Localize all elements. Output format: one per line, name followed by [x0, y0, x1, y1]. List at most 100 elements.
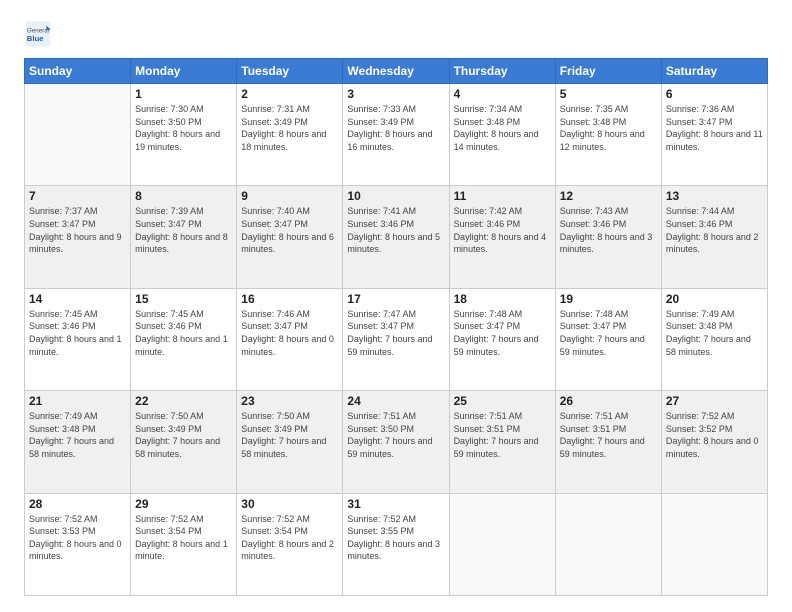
calendar-table: SundayMondayTuesdayWednesdayThursdayFrid…: [24, 58, 768, 596]
calendar-cell: 14 Sunrise: 7:45 AMSunset: 3:46 PMDayligh…: [25, 288, 131, 390]
day-number: 10: [347, 189, 444, 203]
calendar-cell: 17 Sunrise: 7:47 AMSunset: 3:47 PMDayligh…: [343, 288, 449, 390]
calendar-cell: [661, 493, 767, 595]
day-info: Sunrise: 7:41 AMSunset: 3:46 PMDaylight:…: [347, 205, 444, 255]
day-number: 28: [29, 497, 126, 511]
day-number: 16: [241, 292, 338, 306]
day-number: 2: [241, 87, 338, 101]
day-number: 13: [666, 189, 763, 203]
day-number: 30: [241, 497, 338, 511]
calendar-cell: 30 Sunrise: 7:52 AMSunset: 3:54 PMDayligh…: [237, 493, 343, 595]
weekday-header: Wednesday: [343, 59, 449, 84]
day-number: 12: [560, 189, 657, 203]
day-info: Sunrise: 7:46 AMSunset: 3:47 PMDaylight:…: [241, 308, 338, 358]
calendar-cell: 16 Sunrise: 7:46 AMSunset: 3:47 PMDayligh…: [237, 288, 343, 390]
calendar-cell: 19 Sunrise: 7:48 AMSunset: 3:47 PMDayligh…: [555, 288, 661, 390]
day-info: Sunrise: 7:49 AMSunset: 3:48 PMDaylight:…: [666, 308, 763, 358]
weekday-header: Tuesday: [237, 59, 343, 84]
calendar-cell: 18 Sunrise: 7:48 AMSunset: 3:47 PMDayligh…: [449, 288, 555, 390]
calendar-cell: 6 Sunrise: 7:36 AMSunset: 3:47 PMDaylight…: [661, 84, 767, 186]
weekday-header: Saturday: [661, 59, 767, 84]
day-number: 25: [454, 394, 551, 408]
calendar-cell: 15 Sunrise: 7:45 AMSunset: 3:46 PMDayligh…: [131, 288, 237, 390]
calendar-cell: [25, 84, 131, 186]
calendar-cell: 13Sunrise: 7:44 AMSunset: 3:46 PMDayligh…: [661, 186, 767, 288]
day-info: Sunrise: 7:50 AMSunset: 3:49 PMDaylight:…: [135, 410, 232, 460]
day-info: Sunrise: 7:45 AMSunset: 3:46 PMDaylight:…: [135, 308, 232, 358]
day-info: Sunrise: 7:51 AMSunset: 3:50 PMDaylight:…: [347, 410, 444, 460]
calendar-cell: 20 Sunrise: 7:49 AMSunset: 3:48 PMDayligh…: [661, 288, 767, 390]
calendar-cell: 22 Sunrise: 7:50 AMSunset: 3:49 PMDayligh…: [131, 391, 237, 493]
day-number: 1: [135, 87, 232, 101]
day-number: 6: [666, 87, 763, 101]
logo: General Blue: [24, 20, 56, 48]
day-number: 7: [29, 189, 126, 203]
day-number: 19: [560, 292, 657, 306]
day-number: 29: [135, 497, 232, 511]
day-info: Sunrise: 7:51 AMSunset: 3:51 PMDaylight:…: [454, 410, 551, 460]
calendar-cell: 9 Sunrise: 7:40 AMSunset: 3:47 PMDaylight…: [237, 186, 343, 288]
day-info: Sunrise: 7:52 AMSunset: 3:55 PMDaylight:…: [347, 513, 444, 563]
weekday-header: Friday: [555, 59, 661, 84]
day-number: 3: [347, 87, 444, 101]
day-number: 11: [454, 189, 551, 203]
day-info: Sunrise: 7:51 AMSunset: 3:51 PMDaylight:…: [560, 410, 657, 460]
calendar-cell: 2 Sunrise: 7:31 AMSunset: 3:49 PMDaylight…: [237, 84, 343, 186]
day-info: Sunrise: 7:48 AMSunset: 3:47 PMDaylight:…: [454, 308, 551, 358]
calendar-cell: 21Sunrise: 7:49 AMSunset: 3:48 PMDayligh…: [25, 391, 131, 493]
weekday-header: Monday: [131, 59, 237, 84]
day-info: Sunrise: 7:31 AMSunset: 3:49 PMDaylight:…: [241, 103, 338, 153]
day-number: 27: [666, 394, 763, 408]
day-info: Sunrise: 7:40 AMSunset: 3:47 PMDaylight:…: [241, 205, 338, 255]
day-number: 4: [454, 87, 551, 101]
day-info: Sunrise: 7:52 AMSunset: 3:54 PMDaylight:…: [241, 513, 338, 563]
weekday-header: Sunday: [25, 59, 131, 84]
day-number: 17: [347, 292, 444, 306]
day-info: Sunrise: 7:45 AMSunset: 3:46 PMDaylight:…: [29, 308, 126, 358]
day-info: Sunrise: 7:43 AMSunset: 3:46 PMDaylight:…: [560, 205, 657, 255]
day-number: 24: [347, 394, 444, 408]
calendar-cell: 3 Sunrise: 7:33 AMSunset: 3:49 PMDaylight…: [343, 84, 449, 186]
day-number: 22: [135, 394, 232, 408]
day-number: 8: [135, 189, 232, 203]
day-number: 9: [241, 189, 338, 203]
calendar-cell: 7Sunrise: 7:37 AMSunset: 3:47 PMDaylight…: [25, 186, 131, 288]
day-info: Sunrise: 7:35 AMSunset: 3:48 PMDaylight:…: [560, 103, 657, 153]
day-info: Sunrise: 7:36 AMSunset: 3:47 PMDaylight:…: [666, 103, 763, 153]
day-number: 18: [454, 292, 551, 306]
page: General Blue SundayMondayTuesdayWednesda…: [0, 0, 792, 612]
calendar-cell: 25 Sunrise: 7:51 AMSunset: 3:51 PMDayligh…: [449, 391, 555, 493]
calendar-cell: 26 Sunrise: 7:51 AMSunset: 3:51 PMDayligh…: [555, 391, 661, 493]
day-info: Sunrise: 7:49 AMSunset: 3:48 PMDaylight:…: [29, 410, 126, 460]
calendar-cell: 31 Sunrise: 7:52 AMSunset: 3:55 PMDayligh…: [343, 493, 449, 595]
svg-text:Blue: Blue: [27, 34, 44, 43]
day-info: Sunrise: 7:48 AMSunset: 3:47 PMDaylight:…: [560, 308, 657, 358]
day-info: Sunrise: 7:52 AMSunset: 3:52 PMDaylight:…: [666, 410, 763, 460]
calendar-cell: 11 Sunrise: 7:42 AMSunset: 3:46 PMDayligh…: [449, 186, 555, 288]
day-number: 26: [560, 394, 657, 408]
day-number: 31: [347, 497, 444, 511]
day-info: Sunrise: 7:33 AMSunset: 3:49 PMDaylight:…: [347, 103, 444, 153]
calendar-cell: 10 Sunrise: 7:41 AMSunset: 3:46 PMDayligh…: [343, 186, 449, 288]
calendar-cell: 1 Sunrise: 7:30 AMSunset: 3:50 PMDaylight…: [131, 84, 237, 186]
day-info: Sunrise: 7:47 AMSunset: 3:47 PMDaylight:…: [347, 308, 444, 358]
calendar-cell: 27 Sunrise: 7:52 AMSunset: 3:52 PMDayligh…: [661, 391, 767, 493]
calendar-cell: [449, 493, 555, 595]
day-number: 14: [29, 292, 126, 306]
calendar-cell: 24 Sunrise: 7:51 AMSunset: 3:50 PMDayligh…: [343, 391, 449, 493]
day-info: Sunrise: 7:34 AMSunset: 3:48 PMDaylight:…: [454, 103, 551, 153]
day-number: 20: [666, 292, 763, 306]
weekday-header: Thursday: [449, 59, 555, 84]
calendar-cell: [555, 493, 661, 595]
day-number: 23: [241, 394, 338, 408]
day-number: 15: [135, 292, 232, 306]
day-info: Sunrise: 7:30 AMSunset: 3:50 PMDaylight:…: [135, 103, 232, 153]
header: General Blue: [24, 20, 768, 48]
calendar-cell: 12 Sunrise: 7:43 AMSunset: 3:46 PMDayligh…: [555, 186, 661, 288]
calendar-cell: 8Sunrise: 7:39 AMSunset: 3:47 PMDaylight…: [131, 186, 237, 288]
day-number: 5: [560, 87, 657, 101]
day-info: Sunrise: 7:52 AMSunset: 3:54 PMDaylight:…: [135, 513, 232, 563]
calendar-cell: 5 Sunrise: 7:35 AMSunset: 3:48 PMDaylight…: [555, 84, 661, 186]
logo-icon: General Blue: [24, 20, 52, 48]
day-info: Sunrise: 7:42 AMSunset: 3:46 PMDaylight:…: [454, 205, 551, 255]
